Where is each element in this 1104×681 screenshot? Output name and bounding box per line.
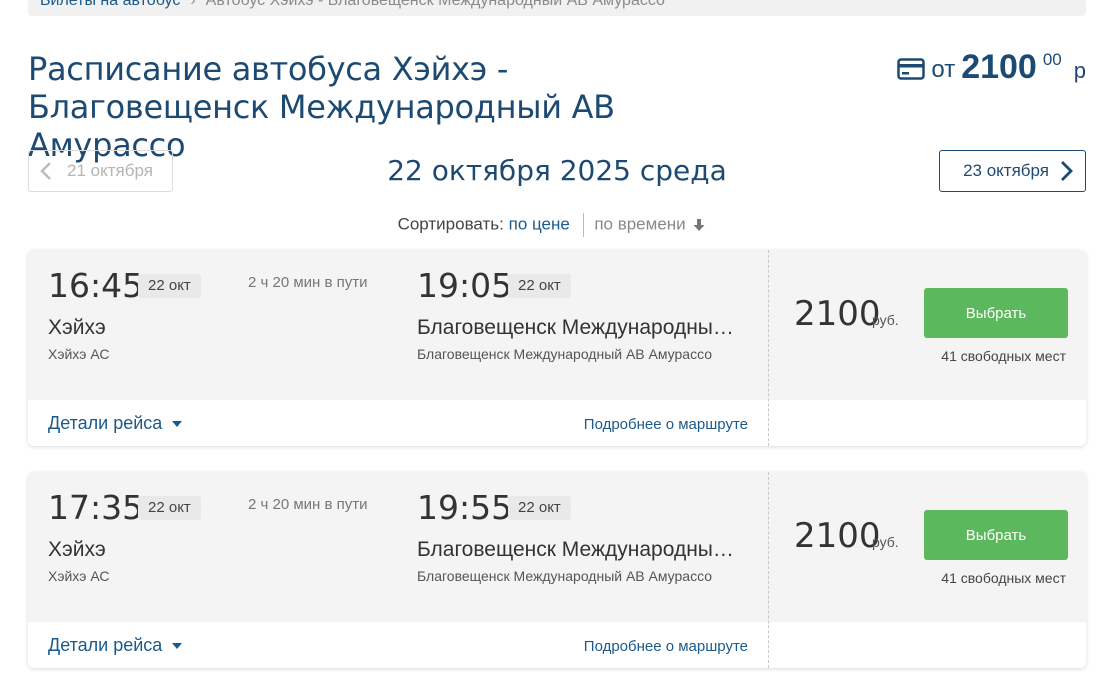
departure-time: 16:45 (48, 266, 144, 305)
route-details-link[interactable]: Подробнее о маршруте (584, 638, 748, 655)
trip-details-label: Детали рейса (48, 413, 163, 433)
date-navigation: 21 октября 22 октября 2025 среда 23 октя… (28, 150, 1086, 192)
to-city: Благовещенск Международный АВ Амурассо (417, 538, 745, 561)
credit-card-icon (897, 58, 926, 80)
route-details-link[interactable]: Подробнее о маршруте (584, 416, 748, 433)
available-seats: 41 свободных мест (941, 570, 1066, 586)
caret-down-icon (172, 642, 183, 649)
next-day-label: 23 октября (963, 161, 1049, 180)
to-station: Благовещенск Международный АВ Амурассо (417, 568, 713, 584)
from-city: Хэйхэ (48, 538, 106, 561)
price-from-amount: 2100 (961, 48, 1037, 86)
departure-date-badge: 22 окт (138, 274, 201, 298)
sort-by-time[interactable]: по времени (594, 214, 685, 233)
sort-bar: Сортировать: по цене по времени (0, 213, 1104, 237)
to-city: Благовещенск Международный АВ Амурассо (417, 316, 745, 339)
price-from-label: от (931, 56, 956, 83)
trip-card-footer (28, 622, 1086, 668)
trip-details-toggle[interactable]: Детали рейса (48, 413, 183, 434)
to-station: Благовещенск Международный АВ Амурассо (417, 346, 713, 362)
trip-price-unit: руб. (872, 312, 899, 328)
trip-duration: 2 ч 20 мин в пути (248, 496, 368, 513)
trip-card-divider (768, 250, 769, 446)
select-trip-button[interactable]: Выбрать (924, 288, 1068, 338)
next-day-button[interactable]: 23 октября (939, 150, 1086, 192)
available-seats: 41 свободных мест (941, 348, 1066, 364)
trip-duration: 2 ч 20 мин в пути (248, 274, 368, 291)
breadcrumb: Билеты на автобус › Автобус Хэйхэ - Благ… (28, 0, 1086, 16)
arrival-time: 19:05 (417, 266, 513, 305)
price-from: от 2100 00 р (897, 48, 1086, 86)
from-station: Хэйхэ АС (48, 568, 110, 584)
arrow-down-icon (693, 219, 705, 231)
trip-price: 2100 (794, 516, 881, 556)
breadcrumb-separator: › (190, 0, 196, 9)
trip-card-divider (768, 472, 769, 668)
price-from-cents: 00 (1042, 50, 1062, 69)
trip-card: 16:45 22 окт 2 ч 20 мин в пути 19:05 22 … (28, 250, 1086, 446)
trip-details-toggle[interactable]: Детали рейса (48, 635, 183, 656)
trip-price-unit: руб. (872, 534, 899, 550)
trip-price: 2100 (794, 294, 881, 334)
trip-card-footer (28, 400, 1086, 446)
sort-label: Сортировать: (397, 214, 504, 234)
departure-time: 17:35 (48, 488, 144, 527)
trip-card: 17:35 22 окт 2 ч 20 мин в пути 19:55 22 … (28, 472, 1086, 668)
arrival-time: 19:55 (417, 488, 513, 527)
breadcrumb-link[interactable]: Билеты на автобус (40, 0, 180, 10)
caret-down-icon (172, 420, 183, 427)
arrival-date-badge: 22 окт (508, 496, 571, 520)
page-title: Расписание автобуса Хэйхэ - Благовещенск… (28, 50, 615, 164)
sort-divider (582, 213, 584, 237)
sort-by-price[interactable]: по цене (509, 214, 570, 233)
current-date: 22 октября 2025 среда (387, 154, 727, 187)
price-from-currency: р (1073, 58, 1086, 83)
breadcrumb-current: Автобус Хэйхэ - Благовещенск Международн… (205, 0, 665, 9)
departure-date-badge: 22 окт (138, 496, 201, 520)
trip-details-label: Детали рейса (48, 635, 163, 655)
select-trip-button[interactable]: Выбрать (924, 510, 1068, 560)
from-station: Хэйхэ АС (48, 346, 110, 362)
arrival-date-badge: 22 окт (508, 274, 571, 298)
from-city: Хэйхэ (48, 316, 106, 339)
chevron-right-icon (1061, 161, 1073, 181)
